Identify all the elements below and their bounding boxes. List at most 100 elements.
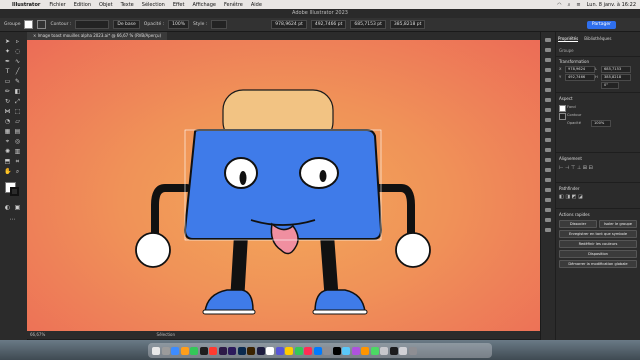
menu-texte[interactable]: Texte — [121, 2, 134, 8]
stroke-swatch[interactable] — [37, 20, 47, 29]
artboard-tool-icon[interactable]: ⬒ — [4, 158, 11, 165]
app-icon[interactable] — [361, 346, 369, 355]
illustrator-icon[interactable] — [247, 346, 255, 355]
mesh-tool-icon[interactable]: ▦ — [4, 128, 11, 135]
hand-tool-icon[interactable]: ✋ — [4, 168, 11, 175]
symbol-sprayer-tool-icon[interactable]: ✺ — [4, 148, 11, 155]
graph-tool-icon[interactable]: ▥ — [14, 148, 21, 155]
photoshop-icon[interactable] — [237, 346, 246, 355]
start-global-edit-button[interactable]: Démarrer la modification globale — [559, 260, 637, 268]
stroke-weight-field[interactable] — [75, 20, 110, 29]
clock-label[interactable]: Lun. 8 janv. à 16:22 — [587, 2, 636, 8]
panel-icon[interactable] — [545, 208, 551, 212]
arrange-button[interactable]: Disposition — [559, 250, 637, 258]
finder-icon[interactable] — [152, 346, 160, 355]
panel-icon[interactable] — [545, 168, 551, 172]
line-tool-icon[interactable]: ╱ — [14, 68, 21, 75]
fill-swatch[interactable] — [24, 20, 34, 29]
messages-icon[interactable] — [190, 346, 198, 355]
after-effects-icon[interactable] — [218, 346, 227, 355]
align-buttons-icon[interactable]: ⊢ ⊣ ⊤ ⊥ ⊞ ⊟ — [559, 165, 593, 171]
panel-icon[interactable] — [545, 198, 551, 202]
zoom-level[interactable]: 66,67% — [30, 332, 45, 337]
direct-selection-tool-icon[interactable]: ▹ — [14, 38, 21, 45]
menu-affichage[interactable]: Affichage — [192, 2, 216, 8]
toast-artwork[interactable] — [27, 40, 540, 331]
premiere-icon[interactable] — [228, 346, 236, 355]
opacity-field[interactable]: 100% — [168, 20, 190, 29]
app-icon[interactable] — [380, 346, 388, 355]
opacity-field[interactable]: 100% — [591, 120, 611, 127]
save-as-symbol-button[interactable]: Enregistrer en tant que symbole — [559, 230, 637, 238]
launchpad-icon[interactable] — [161, 346, 170, 355]
stroke-color-icon[interactable] — [10, 187, 19, 196]
app-icon[interactable] — [256, 346, 265, 355]
h-field[interactable]: 385,8218 pt — [389, 20, 426, 29]
fill-swatch[interactable] — [559, 105, 566, 112]
app-icon[interactable] — [209, 346, 217, 355]
downloads-icon[interactable] — [399, 346, 407, 355]
rectangle-tool-icon[interactable]: ▭ — [4, 78, 11, 85]
app-icon[interactable] — [342, 346, 350, 355]
w-field[interactable]: 685,7153 — [601, 66, 631, 73]
panel-icon[interactable] — [545, 108, 551, 112]
pencil-tool-icon[interactable]: ✏ — [4, 88, 11, 95]
y-field[interactable]: 492,7466 — [565, 74, 595, 81]
perspective-tool-icon[interactable]: ▱ — [14, 118, 21, 125]
app-icon[interactable] — [266, 346, 274, 355]
lasso-tool-icon[interactable]: ◌ — [14, 48, 21, 55]
wifi-icon[interactable]: ◠ — [557, 2, 561, 8]
slice-tool-icon[interactable]: ⌗ — [14, 158, 21, 165]
menu-edition[interactable]: Edition — [74, 2, 91, 8]
app-icon[interactable] — [370, 346, 379, 355]
panel-icon[interactable] — [545, 158, 551, 162]
curvature-tool-icon[interactable]: ∿ — [14, 58, 21, 65]
blend-tool-icon[interactable]: ◎ — [14, 138, 21, 145]
eraser-tool-icon[interactable]: ◧ — [14, 88, 21, 95]
panel-icon[interactable] — [545, 128, 551, 132]
magic-wand-tool-icon[interactable]: ✦ — [4, 48, 11, 55]
menu-fichier[interactable]: Fichier — [49, 2, 65, 8]
app-store-icon[interactable] — [313, 346, 322, 355]
style-select[interactable] — [211, 20, 228, 29]
eyedropper-tool-icon[interactable]: ⌖ — [4, 138, 11, 145]
drawing-mode-icon[interactable]: ◐ — [4, 204, 11, 211]
panel-icon[interactable] — [545, 118, 551, 122]
safari-icon[interactable] — [171, 346, 179, 355]
app-icon[interactable] — [351, 346, 360, 355]
stroke-swatch[interactable] — [559, 113, 566, 120]
share-button[interactable]: Partager — [586, 21, 616, 29]
settings-icon[interactable] — [323, 346, 331, 355]
panel-icon[interactable] — [545, 178, 551, 182]
facetime-icon[interactable] — [294, 346, 303, 355]
menu-aide[interactable]: Aide — [251, 2, 262, 8]
selection-tool-icon[interactable]: ➤ — [4, 38, 11, 45]
paintbrush-tool-icon[interactable]: ✎ — [14, 78, 21, 85]
panel-icon[interactable] — [545, 48, 551, 52]
recolor-button[interactable]: Redéfinir les couleurs — [559, 240, 637, 248]
notes-icon[interactable] — [285, 346, 293, 355]
app-name[interactable]: Illustrator — [12, 2, 40, 8]
menu-selection[interactable]: Sélection — [142, 2, 165, 8]
app-icon[interactable] — [275, 346, 284, 355]
document-tab[interactable]: × Image toast mouilles alpha 2023.ai* @ … — [27, 32, 168, 40]
panel-icon[interactable] — [545, 68, 551, 72]
panel-icon[interactable] — [545, 218, 551, 222]
shape-builder-tool-icon[interactable]: ◔ — [4, 118, 11, 125]
panel-icon[interactable] — [545, 88, 551, 92]
screen-mode-icon[interactable]: ▣ — [14, 204, 21, 211]
search-icon[interactable]: ⌕ — [568, 2, 571, 8]
panel-icon[interactable] — [545, 38, 551, 42]
free-transform-tool-icon[interactable]: ⬚ — [14, 108, 21, 115]
type-tool-icon[interactable]: T — [4, 68, 11, 75]
x-field[interactable]: 978,9624 pt — [271, 20, 307, 29]
tab-libraries[interactable]: Bibliothèques — [584, 36, 611, 42]
stroke-style-select[interactable]: De base — [113, 20, 140, 29]
isolate-group-button[interactable]: Isoler le groupe — [599, 220, 637, 228]
app-icon[interactable] — [180, 346, 189, 355]
trash-icon[interactable] — [408, 346, 417, 355]
pathfinder-buttons-icon[interactable]: ◧ ◨ ◩ ◪ — [559, 194, 583, 200]
menu-fenetre[interactable]: Fenêtre — [224, 2, 243, 8]
tab-properties[interactable]: Propriétés — [558, 36, 579, 42]
zoom-tool-icon[interactable]: ⌕ — [14, 168, 21, 175]
